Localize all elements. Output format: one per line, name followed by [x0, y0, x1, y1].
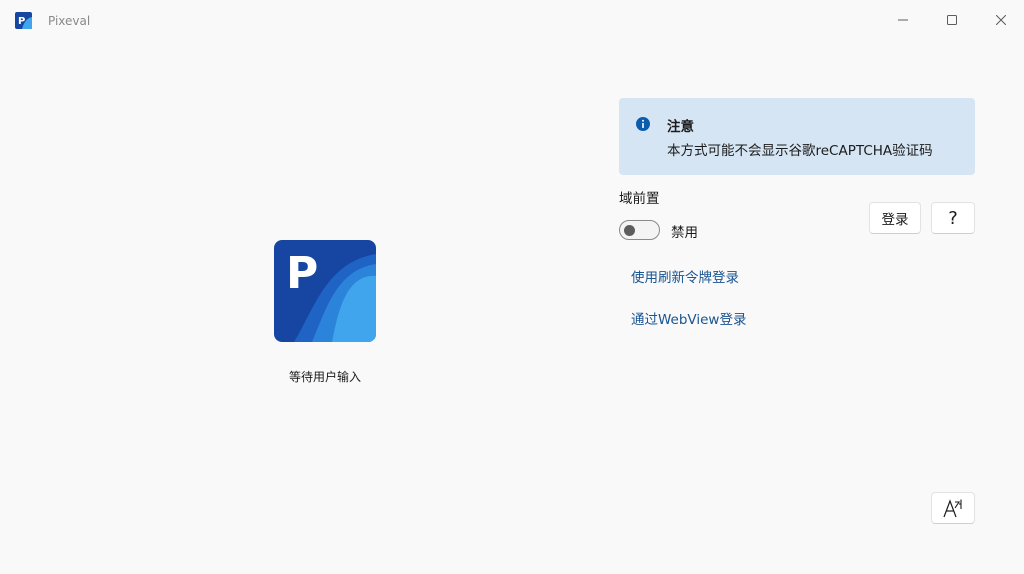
refresh-token-login-link[interactable]: 使用刷新令牌登录 — [631, 266, 739, 286]
minimize-button[interactable] — [880, 0, 926, 40]
font-size-button[interactable] — [931, 492, 975, 524]
info-icon — [636, 117, 650, 131]
close-button[interactable] — [978, 0, 1024, 40]
pixeval-app-icon: P — [15, 12, 32, 29]
window-title: Pixeval — [48, 14, 91, 28]
domain-fronting-label: 域前置 — [619, 191, 660, 207]
domain-fronting-toggle[interactable] — [619, 220, 660, 240]
info-message: 本方式可能不会显示谷歌reCAPTCHA验证码 — [667, 143, 933, 159]
close-icon — [996, 15, 1006, 25]
toggle-knob — [624, 225, 635, 236]
pixeval-logo-icon: P — [274, 240, 376, 342]
help-button[interactable]: ? — [931, 202, 975, 234]
info-bar: 注意 本方式可能不会显示谷歌reCAPTCHA验证码 — [619, 98, 975, 175]
maximize-button[interactable] — [929, 0, 975, 40]
webview-login-link[interactable]: 通过WebView登录 — [631, 308, 746, 328]
toggle-state-label: 禁用 — [671, 225, 698, 241]
login-button[interactable]: 登录 — [869, 202, 921, 234]
app-window: P Pixeval P 等待用户输入 注意 本方式可能不会显示谷歌reCAPTC… — [0, 0, 1024, 574]
logo-letter: P — [286, 248, 318, 299]
info-title: 注意 — [667, 119, 694, 135]
maximize-icon — [947, 15, 957, 25]
status-text: 等待用户输入 — [288, 370, 361, 384]
title-bar: P Pixeval — [0, 0, 1024, 42]
minimize-icon — [898, 19, 908, 21]
svg-text:P: P — [18, 16, 25, 27]
font-size-icon — [943, 499, 962, 518]
